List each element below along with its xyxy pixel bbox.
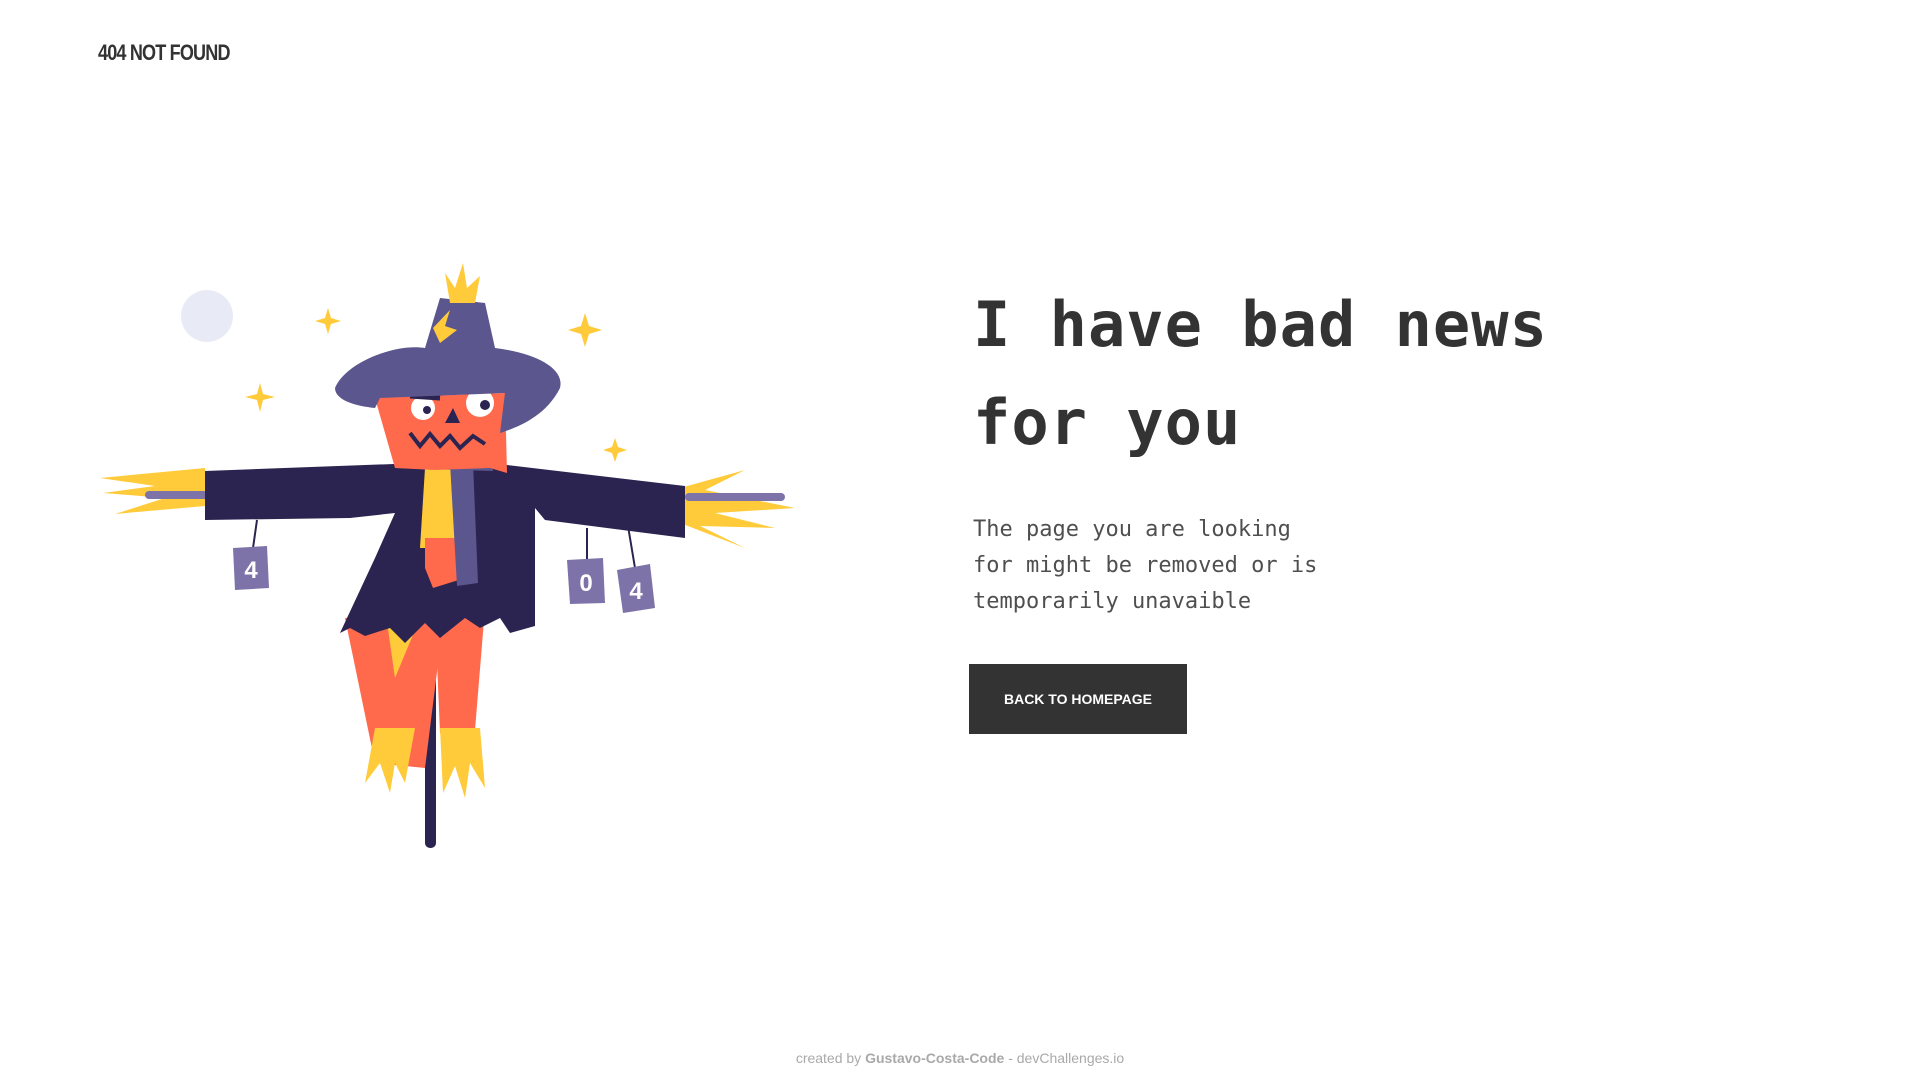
moon-icon [181,290,233,342]
page-title-line-1: I have bad news [973,288,1548,361]
scarecrow-legs [345,608,485,798]
footer-credit: created by Gustavo-Costa-Code - devChall… [0,1050,1920,1066]
scarecrow-coat [205,463,685,643]
back-to-homepage-button[interactable]: BACK TO HOMEPAGE [969,664,1187,734]
footer-separator: - [1008,1050,1013,1066]
footer-author-link[interactable]: Gustavo-Costa-Code [865,1050,1004,1066]
can-middle: 0 [567,528,605,604]
can-left: 4 [233,519,269,590]
description-line-1: The page you are looking [973,517,1291,542]
scarecrow-illustration: 4 0 4 [100,263,795,848]
scarecrow-head [375,385,507,473]
description-line-3: temporarily unavaible [973,589,1252,614]
can-label: 4 [244,557,258,584]
description-line-2: for might be removed or is [973,553,1318,578]
footer-prefix: created by [795,1050,862,1066]
straw-right [680,470,795,548]
can-label: 0 [579,570,592,597]
brand-title: 404 NOT FOUND [98,40,231,65]
page-description: The page you are looking for might be re… [973,512,1393,620]
page-title-line-2: for you [973,386,1242,459]
can-label: 4 [629,578,643,605]
page-title: I have bad news for you [973,276,1693,472]
main-content: I have bad news for you The page you are… [973,276,1693,620]
can-right: 4 [617,525,655,613]
footer-site-link[interactable]: devChallenges.io [1017,1050,1124,1066]
